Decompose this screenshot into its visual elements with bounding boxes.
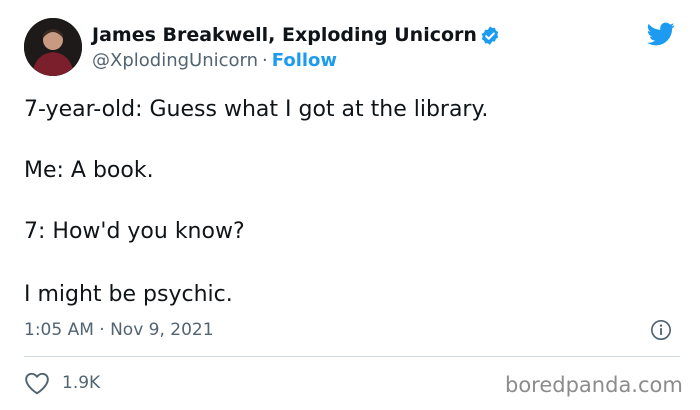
tweet-line: I might be psychic. xyxy=(24,282,233,307)
info-icon[interactable] xyxy=(650,319,672,341)
tweet-card: James Breakwell, Exploding Unicorn @Xplo… xyxy=(0,0,700,410)
tweet-line: 7-year-old: Guess what I got at the libr… xyxy=(24,97,489,122)
like-count: 1.9K xyxy=(62,373,101,393)
author-handle[interactable]: @XplodingUnicorn xyxy=(92,50,258,71)
follow-button[interactable]: Follow xyxy=(272,50,337,71)
twitter-bird-icon[interactable] xyxy=(645,20,677,48)
tweet-line: 7: How'd you know? xyxy=(24,219,245,244)
divider xyxy=(24,356,680,357)
watermark: boredpanda.com xyxy=(505,373,683,397)
tweet-timestamp[interactable]: 1:05 AM · Nov 9, 2021 xyxy=(24,319,214,341)
handle-row: @XplodingUnicorn · Follow xyxy=(92,50,337,72)
separator: · xyxy=(262,50,268,71)
like-button[interactable]: 1.9K xyxy=(24,370,100,396)
tweet-line: Me: A book. xyxy=(24,158,154,183)
verified-badge-icon xyxy=(481,26,499,45)
heart-icon xyxy=(25,372,49,395)
author-name[interactable]: James Breakwell, Exploding Unicorn xyxy=(92,23,477,47)
avatar[interactable] xyxy=(24,18,82,76)
